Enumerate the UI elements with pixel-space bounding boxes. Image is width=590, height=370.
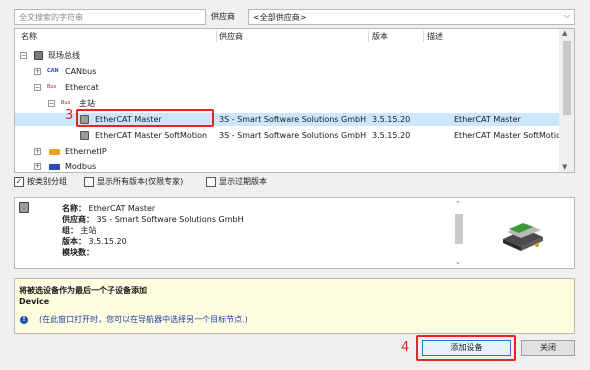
tree-item-ethernetip[interactable]: + EthernetIP bbox=[15, 145, 559, 158]
show-all-versions-label: 显示所有版本(仅限专家) bbox=[97, 177, 184, 186]
device-row-ethercat-master-softmotion[interactable]: EtherCAT Master SoftMotion 3S - Smart So… bbox=[15, 129, 566, 142]
info-device-label: Device bbox=[19, 297, 50, 306]
detail-group-key: 组： bbox=[62, 226, 78, 235]
info-icon: ! bbox=[20, 316, 28, 324]
network-device-icon bbox=[503, 223, 543, 251]
scrollbar-thumb[interactable] bbox=[563, 41, 571, 115]
show-outdated-checkbox[interactable] bbox=[206, 177, 216, 187]
collapse-icon[interactable]: − bbox=[20, 52, 27, 59]
vendor-dropdown[interactable]: <全部供应商> ⌵ bbox=[248, 9, 575, 25]
device-image bbox=[485, 205, 561, 263]
add-device-button[interactable]: 添加设备 bbox=[422, 340, 511, 356]
collapse-icon[interactable]: − bbox=[34, 84, 41, 91]
detail-module-key: 模块数： bbox=[62, 248, 94, 257]
detail-version-value: 3.5.15.20 bbox=[88, 237, 127, 246]
group-by-category-checkbox[interactable]: ✓ bbox=[14, 177, 24, 187]
info-note: (在此窗口打开时，您可以在导航器中选择另一个目标节点.) bbox=[39, 315, 248, 324]
group-by-category-label: 按类别分组 bbox=[27, 177, 67, 186]
show-all-versions-checkbox[interactable] bbox=[84, 177, 94, 187]
column-header-description[interactable]: 描述 bbox=[427, 31, 443, 43]
vendor-selected-value: <全部供应商> bbox=[253, 13, 307, 22]
ethercat-bus-icon: Bus bbox=[47, 84, 57, 90]
device-description: EtherCAT Master bbox=[454, 115, 521, 124]
scroll-down-icon[interactable]: ▼ bbox=[562, 163, 567, 171]
info-title: 将被选设备作为最后一个子设备添加 bbox=[19, 286, 147, 295]
tree-item-label: EthernetIP bbox=[65, 147, 107, 156]
tree-item-label: Modbus bbox=[65, 162, 97, 171]
tree-item-modbus[interactable]: + Modbus bbox=[15, 160, 559, 172]
collapse-icon[interactable]: − bbox=[48, 100, 55, 107]
expand-icon[interactable]: + bbox=[34, 163, 41, 170]
fieldbus-icon bbox=[34, 51, 43, 60]
close-button[interactable]: 关闭 bbox=[521, 340, 575, 356]
device-detail-panel: 名称： EtherCAT Master 供应商： 3S - Smart Soft… bbox=[14, 197, 575, 269]
can-icon: CAN bbox=[47, 68, 59, 74]
device-tree[interactable]: 名称 供应商 版本 描述 − 现场总线 + CAN CANbus − Bus E… bbox=[14, 28, 575, 173]
detail-vendor-key: 供应商： bbox=[62, 215, 94, 224]
scroll-up-icon[interactable]: ⌃ bbox=[455, 200, 461, 208]
column-divider bbox=[368, 31, 369, 42]
tree-scrollbar[interactable]: ▲ ▼ bbox=[559, 29, 574, 172]
device-version: 3.5.15.20 bbox=[372, 131, 411, 140]
step-3-marker: 3 bbox=[65, 108, 74, 123]
tree-item-label: 现场总线 bbox=[48, 51, 80, 60]
tree-item-ethercat[interactable]: − Bus Ethercat bbox=[15, 81, 559, 94]
detail-name-key: 名称： bbox=[62, 204, 86, 213]
scrollbar-thumb[interactable] bbox=[455, 214, 463, 244]
column-divider bbox=[423, 31, 424, 42]
chevron-down-icon: ⌵ bbox=[563, 11, 570, 20]
tree-item-label: Ethercat bbox=[65, 83, 99, 92]
tree-item-fieldbus[interactable]: − 现场总线 bbox=[15, 49, 559, 62]
device-vendor: 3S - Smart Software Solutions GmbH bbox=[219, 115, 367, 124]
highlight-box-step-3 bbox=[76, 109, 214, 127]
detail-scrollbar[interactable]: ⌃ ⌄ bbox=[452, 200, 466, 266]
ethernetip-icon bbox=[49, 149, 60, 155]
detail-group-value: 主站 bbox=[80, 226, 97, 235]
detail-version-key: 版本： bbox=[62, 237, 86, 246]
tree-item-canbus[interactable]: + CAN CANbus bbox=[15, 65, 559, 78]
device-description: EtherCAT Master SoftMotion bbox=[454, 131, 567, 140]
column-divider bbox=[216, 31, 217, 42]
modbus-icon bbox=[49, 164, 60, 170]
column-header-vendor[interactable]: 供应商 bbox=[219, 31, 243, 43]
device-icon bbox=[80, 131, 89, 140]
info-panel: 将被选设备作为最后一个子设备添加 Device ! (在此窗口打开时，您可以在导… bbox=[14, 278, 575, 334]
tree-item-label: CANbus bbox=[65, 67, 97, 76]
vendor-label: 供应商 bbox=[211, 12, 235, 21]
scroll-up-icon[interactable]: ▲ bbox=[562, 29, 567, 37]
expand-icon[interactable]: + bbox=[34, 148, 41, 155]
device-icon bbox=[19, 202, 29, 213]
scroll-down-icon[interactable]: ⌄ bbox=[455, 258, 461, 266]
device-vendor: 3S - Smart Software Solutions GmbH bbox=[219, 131, 367, 140]
search-input[interactable]: 全文搜索的字符串 bbox=[14, 9, 206, 25]
show-outdated-label: 显示过期版本 bbox=[219, 177, 267, 186]
expand-icon[interactable]: + bbox=[34, 68, 41, 75]
step-4-marker: 4 bbox=[401, 340, 410, 355]
column-header-name[interactable]: 名称 bbox=[21, 31, 37, 43]
column-header-version[interactable]: 版本 bbox=[372, 31, 388, 43]
detail-name-value: EtherCAT Master bbox=[88, 204, 156, 213]
detail-vendor-value: 3S - Smart Software Solutions GmbH bbox=[96, 215, 244, 224]
device-version: 3.5.15.20 bbox=[372, 115, 411, 124]
device-name: EtherCAT Master SoftMotion bbox=[95, 131, 208, 140]
